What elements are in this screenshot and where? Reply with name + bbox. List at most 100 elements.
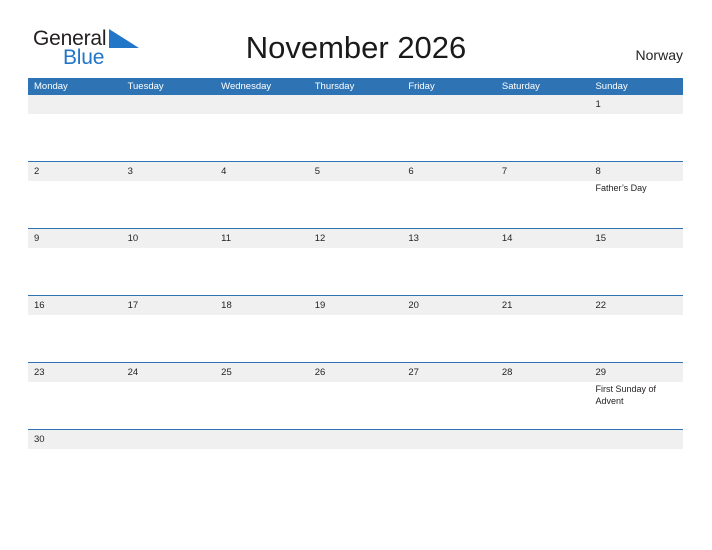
page-title: November 2026: [245, 30, 467, 65]
logo-text-blue: Blue: [63, 46, 105, 69]
day-number: [221, 430, 309, 449]
day-number: 9: [34, 233, 40, 244]
day-cell[interactable]: 24: [122, 363, 216, 429]
day-cell[interactable]: 4: [215, 162, 309, 228]
day-cell[interactable]: 11: [215, 229, 309, 295]
day-number: 13: [408, 233, 419, 244]
weekday-header-thursday: Thursday: [314, 81, 355, 92]
day-cell[interactable]: 6: [402, 162, 496, 228]
day-events: First Sunday of Advent: [595, 383, 683, 407]
day-cell[interactable]: 20: [402, 296, 496, 362]
day-cell-empty: [496, 95, 590, 161]
day-cell[interactable]: 2: [28, 162, 122, 228]
calendar-weeks: 1 2 3 4 5 6 7 8 Father’s Day 9 10 11 12 13 14 15 16 17 18 1…: [28, 95, 683, 450]
day-number: 4: [221, 166, 227, 177]
day-cell-empty: [215, 95, 309, 161]
day-cell-empty: [215, 430, 309, 450]
week-day-cells: 1: [28, 95, 683, 161]
day-cell-empty: [402, 95, 496, 161]
day-cell[interactable]: 14: [496, 229, 590, 295]
day-cell[interactable]: 23: [28, 363, 122, 429]
day-cell[interactable]: 27: [402, 363, 496, 429]
day-number: 12: [314, 233, 326, 244]
day-number: [315, 430, 403, 449]
week-day-cells: 16 17 18 19 20 21 22: [28, 296, 683, 362]
week-day-cells: 30: [28, 430, 683, 450]
day-number: [128, 95, 216, 114]
day-number: [502, 430, 590, 449]
day-cell[interactable]: 22: [589, 296, 683, 362]
country-label: Norway: [635, 47, 683, 63]
day-cell-empty: [589, 430, 683, 450]
day-number: [315, 95, 403, 114]
day-number: 3: [127, 166, 133, 177]
day-cell-empty: [309, 430, 403, 450]
day-number: 14: [501, 233, 513, 244]
day-cell-empty: [309, 95, 403, 161]
day-number: [34, 95, 122, 114]
day-cell[interactable]: 28: [496, 363, 590, 429]
day-cell[interactable]: 10: [122, 229, 216, 295]
day-cell[interactable]: 5: [309, 162, 403, 228]
day-number: 20: [408, 300, 419, 311]
calendar-grid: Monday Tuesday Wednesday Thursday Friday…: [28, 78, 683, 450]
day-cell-empty: [402, 430, 496, 450]
day-number: 24: [127, 367, 139, 378]
day-number: 28: [501, 367, 513, 378]
day-number: [595, 430, 683, 449]
day-cell[interactable]: 30: [28, 430, 122, 450]
calendar-week-row: 16 17 18 19 20 21 22: [28, 296, 683, 363]
day-cell[interactable]: 16: [28, 296, 122, 362]
day-number: 18: [221, 300, 232, 311]
day-cell[interactable]: 7: [496, 162, 590, 228]
day-cell[interactable]: 19: [309, 296, 403, 362]
day-number: 6: [408, 166, 414, 177]
day-cell[interactable]: 8 Father’s Day: [589, 162, 683, 228]
day-cell[interactable]: 25: [215, 363, 309, 429]
day-cell[interactable]: 13: [402, 229, 496, 295]
day-cell-empty: [28, 95, 122, 161]
day-cell[interactable]: 21: [496, 296, 590, 362]
week-day-cells: 9 10 11 12 13 14 15: [28, 229, 683, 295]
day-number: 30: [34, 434, 45, 445]
day-cell[interactable]: 26: [309, 363, 403, 429]
day-number: 10: [127, 233, 139, 244]
day-cell[interactable]: 12: [309, 229, 403, 295]
week-day-cells: 23 24 25 26 27 28 29 First Sunday of Advent: [28, 363, 683, 429]
day-cell[interactable]: 9: [28, 229, 122, 295]
calendar-week-row: 1: [28, 95, 683, 162]
day-number: 15: [595, 233, 607, 244]
day-number: 27: [408, 367, 419, 378]
weekday-header-sunday: Sunday: [595, 81, 628, 92]
day-number: 11: [221, 233, 232, 244]
day-cell-empty: [122, 95, 216, 161]
day-cell[interactable]: 18: [215, 296, 309, 362]
calendar-week-row: 9 10 11 12 13 14 15: [28, 229, 683, 296]
day-number: 23: [34, 367, 45, 378]
day-cell[interactable]: 15: [589, 229, 683, 295]
day-number: [502, 95, 590, 114]
calendar-page: General Blue November 2026 Norway Monday…: [0, 0, 712, 550]
event-label: Father’s Day: [595, 183, 647, 193]
day-number: 5: [314, 166, 321, 177]
day-number: 8: [595, 166, 601, 177]
event-label: First Sunday of Advent: [595, 384, 656, 406]
day-cell[interactable]: 1: [589, 95, 683, 161]
day-number: [408, 95, 496, 114]
day-cell[interactable]: 3: [122, 162, 216, 228]
page-header: General Blue November 2026 Norway: [0, 0, 712, 76]
day-number: 26: [314, 367, 326, 378]
day-number: [221, 95, 309, 114]
day-number: 7: [501, 166, 508, 177]
day-number: [128, 430, 216, 449]
day-number: 25: [221, 367, 232, 378]
day-cell[interactable]: 17: [122, 296, 216, 362]
day-cell[interactable]: 29 First Sunday of Advent: [589, 363, 683, 429]
week-day-cells: 2 3 4 5 6 7 8 Father’s Day: [28, 162, 683, 228]
day-number: 16: [34, 300, 45, 311]
flag-triangle-icon: [109, 29, 139, 51]
day-number: [408, 430, 496, 449]
day-number: 29: [595, 367, 607, 378]
day-number: 22: [595, 300, 607, 311]
calendar-week-row: 23 24 25 26 27 28 29 First Sunday of Advent: [28, 363, 683, 430]
